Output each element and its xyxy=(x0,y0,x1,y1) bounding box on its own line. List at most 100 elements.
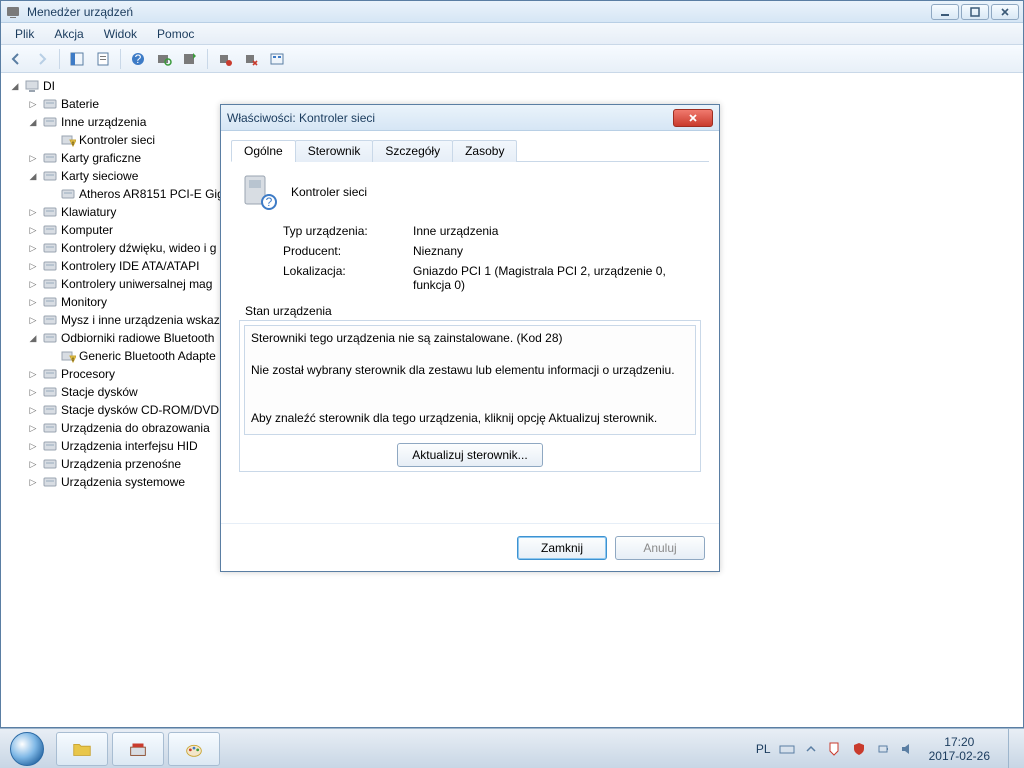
tree-expand-icon[interactable]: ▷ xyxy=(27,296,39,308)
tree-root-node[interactable]: ◢ DI xyxy=(7,77,1021,95)
taskbar-explorer-button[interactable] xyxy=(56,732,108,766)
device-large-icon: ? xyxy=(239,172,279,212)
tree-category-label: Karty graficzne xyxy=(61,149,141,167)
tree-collapse-icon[interactable]: ◢ xyxy=(27,170,39,182)
value-manufacturer: Nieznany xyxy=(413,244,701,258)
tree-expand-icon[interactable]: ▷ xyxy=(27,98,39,110)
category-icon xyxy=(42,402,58,418)
tree-expand-icon[interactable]: ▷ xyxy=(27,368,39,380)
tree-expand-icon[interactable]: ▷ xyxy=(27,224,39,236)
tree-category-label: Kontrolery uniwersalnej mag xyxy=(61,275,212,293)
tree-collapse-icon[interactable]: ◢ xyxy=(27,116,39,128)
menu-action[interactable]: Akcja xyxy=(44,25,93,43)
taskbar-app-button[interactable] xyxy=(112,732,164,766)
security-icon[interactable] xyxy=(851,741,867,757)
tab-details[interactable]: Szczegóły xyxy=(372,140,453,162)
category-icon xyxy=(42,276,58,292)
volume-icon[interactable] xyxy=(899,741,915,757)
start-button[interactable] xyxy=(0,729,54,768)
taskbar-paint-button[interactable] xyxy=(168,732,220,766)
scan-hardware-icon[interactable] xyxy=(153,48,175,70)
category-icon xyxy=(42,474,58,490)
dialog-close-action-button[interactable]: Zamknij xyxy=(517,536,607,560)
tree-category-label: Kontrolery IDE ATA/ATAPI xyxy=(61,257,200,275)
tree-expand-icon[interactable]: ▷ xyxy=(27,422,39,434)
tree-collapse-icon[interactable]: ◢ xyxy=(9,80,21,92)
help-icon[interactable]: ? xyxy=(127,48,149,70)
tree-category-label: Urządzenia przenośne xyxy=(61,455,181,473)
tree-category-label: Urządzenia do obrazowania xyxy=(61,419,210,437)
tree-category-label: Urządzenia systemowe xyxy=(61,473,185,491)
tree-expand-icon[interactable]: ▷ xyxy=(27,458,39,470)
tree-expand-icon[interactable]: ▷ xyxy=(27,152,39,164)
properties-icon[interactable] xyxy=(92,48,114,70)
value-location: Gniazdo PCI 1 (Magistrala PCI 2, urządze… xyxy=(413,264,701,292)
minimize-button[interactable] xyxy=(931,4,959,20)
update-driver-button[interactable]: Aktualizuj sterownik... xyxy=(397,443,542,467)
close-button[interactable] xyxy=(991,4,1019,20)
clock-date: 2017-02-26 xyxy=(929,749,990,763)
show-desktop-button[interactable] xyxy=(1008,729,1018,768)
taskbar-clock[interactable]: 17:20 2017-02-26 xyxy=(923,735,996,763)
forward-button[interactable] xyxy=(31,48,53,70)
menu-help[interactable]: Pomoc xyxy=(147,25,204,43)
view-icon[interactable] xyxy=(266,48,288,70)
dialog-close-button[interactable] xyxy=(673,109,713,127)
label-manufacturer: Producent: xyxy=(283,244,413,258)
category-icon xyxy=(42,384,58,400)
label-device-type: Typ urządzenia: xyxy=(283,224,413,238)
window-title: Menedżer urządzeń xyxy=(27,5,931,19)
category-icon xyxy=(42,240,58,256)
category-icon xyxy=(42,204,58,220)
tree-expand-icon[interactable]: ▷ xyxy=(27,440,39,452)
dialog-cancel-button: Anuluj xyxy=(615,536,705,560)
uninstall-icon[interactable] xyxy=(214,48,236,70)
category-icon xyxy=(42,222,58,238)
tree-expand-icon[interactable]: ▷ xyxy=(27,404,39,416)
update-driver-icon[interactable] xyxy=(179,48,201,70)
tree-expand-icon[interactable]: ▷ xyxy=(27,278,39,290)
tree-category-label: Inne urządzenia xyxy=(61,113,146,131)
tree-expand-icon[interactable]: ▷ xyxy=(27,206,39,218)
tree-device-label: Kontroler sieci xyxy=(79,131,155,149)
tree-category-label: Odbiorniki radiowe Bluetooth xyxy=(61,329,214,347)
power-icon[interactable] xyxy=(875,741,891,757)
tree-expand-icon[interactable]: ▷ xyxy=(27,386,39,398)
system-tray: PL 17:20 2017-02-26 xyxy=(756,729,1024,768)
show-hide-console-tree-icon[interactable] xyxy=(66,48,88,70)
tree-device-label: Generic Bluetooth Adapte xyxy=(79,347,216,365)
tree-collapse-icon[interactable]: ◢ xyxy=(27,332,39,344)
label-location: Lokalizacja: xyxy=(283,264,413,292)
tree-expand-icon[interactable]: ▷ xyxy=(27,476,39,488)
menu-view[interactable]: Widok xyxy=(94,25,147,43)
tab-general[interactable]: Ogólne xyxy=(231,140,296,162)
device-status-textbox[interactable]: Sterowniki tego urządzenia nie są zainst… xyxy=(244,325,696,435)
tree-category-label: Stacje dysków CD-ROM/DVD xyxy=(61,401,219,419)
tree-expand-icon[interactable]: ▷ xyxy=(27,242,39,254)
device-icon xyxy=(60,186,76,202)
menu-file[interactable]: Plik xyxy=(5,25,44,43)
back-button[interactable] xyxy=(5,48,27,70)
category-icon xyxy=(42,150,58,166)
input-language-indicator[interactable]: PL xyxy=(756,742,771,756)
action-center-icon[interactable] xyxy=(827,741,843,757)
dialog-titlebar: Właściwości: Kontroler sieci xyxy=(221,105,719,131)
disable-icon[interactable] xyxy=(240,48,262,70)
tree-expand-icon[interactable]: ▷ xyxy=(27,260,39,272)
tab-driver[interactable]: Sterownik xyxy=(295,140,374,162)
category-icon xyxy=(42,294,58,310)
category-icon xyxy=(42,114,58,130)
svg-text:?: ? xyxy=(266,195,273,209)
titlebar: Menedżer urządzeń xyxy=(1,1,1023,23)
tab-resources[interactable]: Zasoby xyxy=(452,140,517,162)
device-name: Kontroler sieci xyxy=(291,185,367,199)
tree-root-label: DI xyxy=(43,77,55,95)
tray-chevron-up-icon[interactable] xyxy=(803,741,819,757)
keyboard-icon[interactable] xyxy=(779,741,795,757)
tree-category-label: Monitory xyxy=(61,293,107,311)
device-icon-warning xyxy=(60,132,76,148)
maximize-button[interactable] xyxy=(961,4,989,20)
tree-expand-icon[interactable]: ▷ xyxy=(27,314,39,326)
dialog-title: Właściwości: Kontroler sieci xyxy=(227,111,673,125)
status-group-label: Stan urządzenia xyxy=(239,304,701,318)
